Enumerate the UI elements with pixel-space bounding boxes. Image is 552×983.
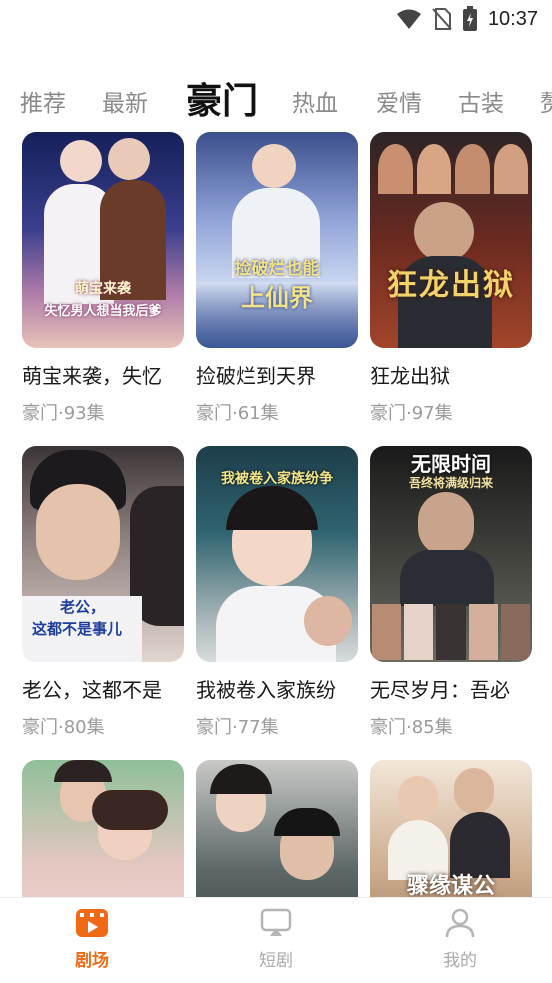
tab-wealthy-family[interactable]: 豪门 xyxy=(186,72,258,124)
tab-recommended[interactable]: 推荐 xyxy=(20,84,66,118)
poster-title-line-1: 捡破烂也能 xyxy=(234,259,320,279)
drama-card[interactable]: 无限时间 吾终将满级归来 无尽岁月：吾必 豪门·85集 xyxy=(370,446,532,739)
tab-latest[interactable]: 最新 xyxy=(102,84,148,118)
nav-label: 剧场 xyxy=(75,951,109,971)
drama-card[interactable]: 我被卷入家族纷争 我被卷入家族纷 豪门·77集 xyxy=(196,446,358,739)
drama-title[interactable]: 无尽岁月：吾必 xyxy=(370,674,532,703)
user-icon xyxy=(445,908,475,938)
poster-title-line-1: 老公， xyxy=(60,598,106,616)
nav-profile[interactable]: 我的 xyxy=(410,908,510,971)
drama-poster[interactable]: 老公， 这都不是事儿 xyxy=(22,446,184,662)
battery-charging-icon xyxy=(462,6,477,31)
drama-meta: 豪门·61集 xyxy=(196,403,279,424)
drama-poster[interactable]: 捡破烂也能 上仙界 xyxy=(196,132,358,348)
tv-icon xyxy=(260,908,292,936)
drama-card[interactable]: 捡破烂也能 上仙界 捡破烂到天界 豪门·61集 xyxy=(196,132,358,425)
poster-title-line-2: 这都不是事儿 xyxy=(32,620,123,638)
drama-poster[interactable]: 狂龙出狱 xyxy=(370,132,532,348)
poster-title-line-1: 萌宝来袭 xyxy=(75,281,131,297)
drama-title[interactable]: 狂龙出狱 xyxy=(370,360,532,389)
drama-meta: 豪门·93集 xyxy=(22,403,105,424)
poster-title-line-2: 吾终将满级归来 xyxy=(408,476,493,490)
drama-title[interactable]: 捡破烂到天界 xyxy=(196,360,358,389)
category-tabs: 推荐 最新 豪门 热血 爱情 古装 赘 xyxy=(0,70,552,134)
drama-title[interactable]: 我被卷入家族纷 xyxy=(196,674,358,703)
bottom-nav: 剧场 短剧 我的 xyxy=(0,897,552,983)
drama-title[interactable]: 萌宝来袭，失忆 xyxy=(22,360,184,389)
drama-card[interactable]: 老公， 这都不是事儿 老公，这都不是 豪门·80集 xyxy=(22,446,184,739)
tab-costume[interactable]: 古装 xyxy=(458,84,504,118)
no-sim-icon xyxy=(432,8,452,30)
nav-label: 我的 xyxy=(443,951,477,971)
status-time: 10:37 xyxy=(487,7,538,30)
poster-title-line-2: 失忆男人想当我后爹 xyxy=(44,304,162,319)
drama-poster[interactable]: 无限时间 吾终将满级归来 xyxy=(370,446,532,662)
drama-title[interactable]: 老公，这都不是 xyxy=(22,674,184,703)
nav-short-drama[interactable]: 短剧 xyxy=(226,908,326,971)
wifi-icon xyxy=(396,9,421,29)
status-bar: 10:37 xyxy=(0,0,552,40)
tab-romance[interactable]: 爱情 xyxy=(376,84,422,118)
nav-theater[interactable]: 剧场 xyxy=(42,908,142,971)
drama-poster[interactable]: 萌宝来袭 失忆男人想当我后爹 xyxy=(22,132,184,348)
drama-poster[interactable]: 我被卷入家族纷争 xyxy=(196,446,358,662)
drama-card[interactable]: 狂龙出狱 狂龙出狱 豪门·97集 xyxy=(370,132,532,425)
status-icons: 10:37 xyxy=(396,6,538,32)
poster-title-line-2: 上仙界 xyxy=(241,283,313,312)
nav-label: 短剧 xyxy=(259,951,293,971)
tab-more[interactable]: 赘 xyxy=(540,84,552,118)
poster-title-line-1: 无限时间 xyxy=(411,452,491,476)
drama-meta: 豪门·77集 xyxy=(196,717,279,738)
poster-title: 狂龙出狱 xyxy=(387,268,515,303)
poster-title: 骤缘谋公 xyxy=(406,873,495,899)
tab-action[interactable]: 热血 xyxy=(292,84,338,118)
drama-meta: 豪门·97集 xyxy=(370,403,453,424)
poster-title: 我被卷入家族纷争 xyxy=(221,471,333,487)
drama-meta: 豪门·80集 xyxy=(22,717,105,738)
theater-icon xyxy=(76,909,108,937)
drama-meta: 豪门·85集 xyxy=(370,717,453,738)
drama-card[interactable]: 萌宝来袭 失忆男人想当我后爹 萌宝来袭，失忆 豪门·93集 xyxy=(22,132,184,425)
